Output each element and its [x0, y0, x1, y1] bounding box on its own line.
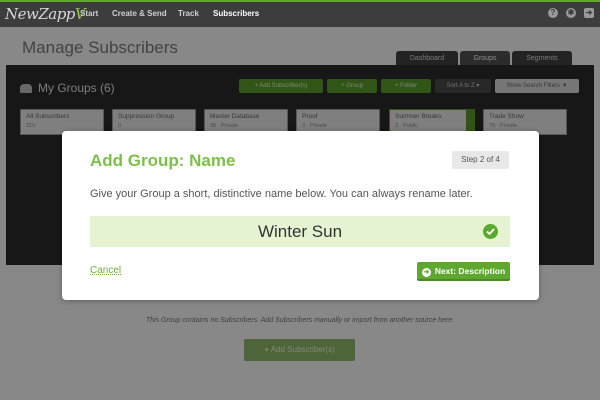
add-group-dialog: Add Group: Name Step 2 of 4 Give your Gr…	[62, 131, 539, 300]
newzapp-logo[interactable]: NewZappV	[5, 5, 86, 23]
arrow-right-icon: ➔	[421, 268, 431, 277]
nav-create-send[interactable]: Create & Send	[112, 9, 167, 18]
nav-start[interactable]: Start	[80, 9, 98, 18]
nav-subscribers[interactable]: Subscribers	[213, 9, 259, 18]
dialog-title: Add Group: Name	[90, 151, 236, 170]
settings-icon[interactable]: ✱	[566, 8, 576, 18]
next-description-button[interactable]: ➔ Next: Description	[417, 262, 510, 281]
top-navigation: NewZappV Start Create & Send Track Subsc…	[0, 0, 600, 27]
nav-track[interactable]: Track	[178, 9, 199, 18]
group-name-input[interactable]	[90, 216, 510, 247]
check-icon	[483, 224, 498, 239]
step-indicator: Step 2 of 4	[452, 151, 509, 169]
logout-icon[interactable]: ➜	[584, 8, 594, 18]
help-icon[interactable]: ?	[548, 8, 558, 18]
cancel-link[interactable]: Cancel	[90, 265, 121, 276]
dialog-description: Give your Group a short, distinctive nam…	[90, 188, 473, 200]
